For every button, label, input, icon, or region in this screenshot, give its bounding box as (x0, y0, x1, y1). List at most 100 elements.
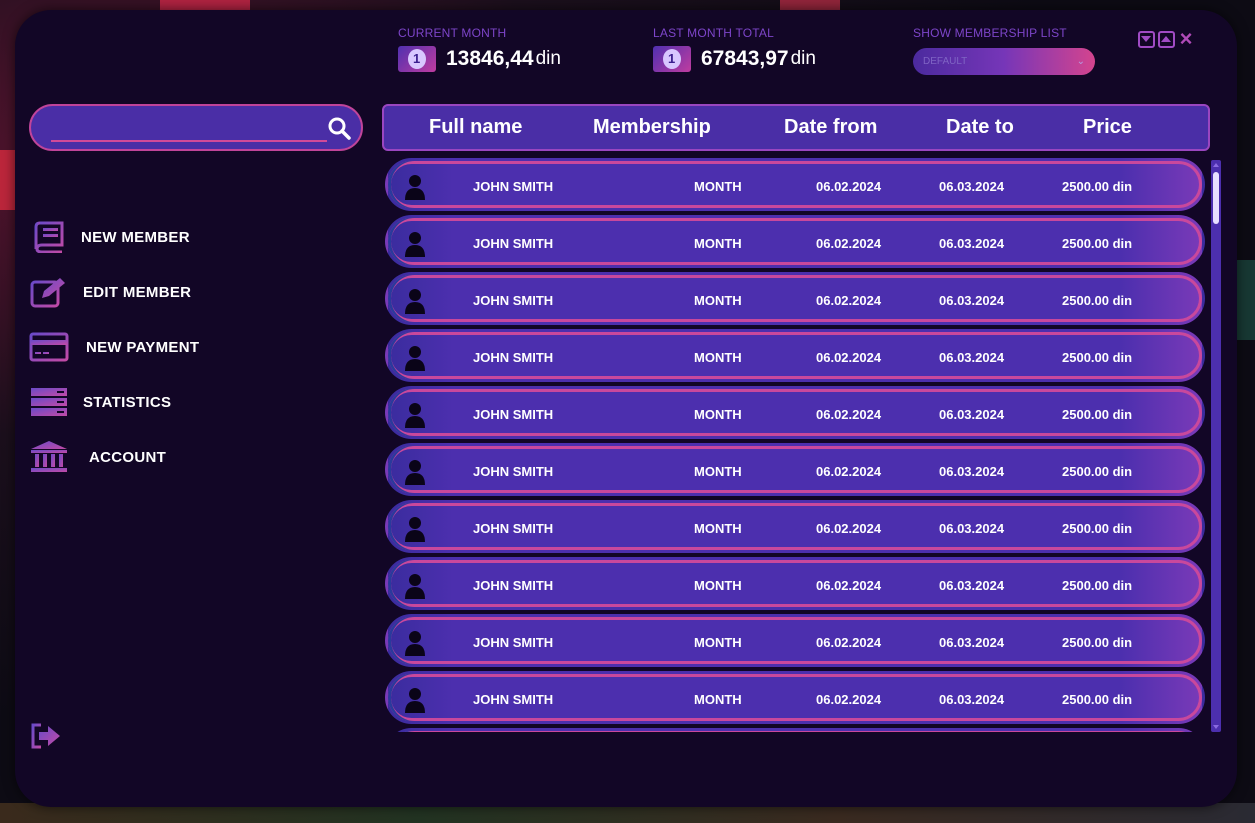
cell-date-from: 06.02.2024 (816, 236, 882, 251)
logout-icon (31, 723, 60, 749)
column-header-full-name[interactable]: Full name (429, 116, 522, 139)
table-row[interactable]: JOHN SMITH MONTH 06.02.2024 06.03.2024 2… (385, 329, 1205, 382)
table-row[interactable]: JOHN SMITH MONTH 06.02.2024 06.03.2024 2… (385, 386, 1205, 439)
cell-date-to: 06.03.2024 (939, 635, 1005, 650)
sidebar-item-new-member[interactable]: NEW MEMBER (29, 220, 190, 254)
sidebar-item-label: NEW MEMBER (81, 228, 190, 246)
person-icon (404, 231, 426, 262)
bank-icon (29, 440, 69, 474)
person-icon (404, 516, 426, 547)
membership-list-select-group: SHOW MEMBERSHIP LIST DEFAULT ⌄ (913, 26, 1095, 75)
column-header-price[interactable]: Price (1083, 116, 1132, 139)
person-icon (404, 687, 426, 718)
person-icon (404, 459, 426, 490)
cell-membership: MONTH (694, 179, 742, 194)
current-month-value: 13846,44 (446, 47, 534, 70)
cell-price: 2500.00 din (1062, 578, 1133, 593)
sidebar-item-statistics[interactable]: STATISTICS (29, 385, 171, 419)
table-row[interactable]: JOHN SMITH MONTH 06.02.2024 06.03.2024 2… (385, 500, 1205, 553)
sidebar-item-edit-member[interactable]: EDIT MEMBER (29, 275, 191, 309)
cell-date-from: 06.02.2024 (816, 692, 882, 707)
table-row[interactable]: JOHN SMITH MONTH 06.02.2024 06.03.2024 2… (385, 158, 1205, 211)
cell-price: 2500.00 din (1062, 407, 1133, 422)
table-row[interactable] (385, 728, 1205, 732)
cell-membership: MONTH (694, 293, 742, 308)
scroll-up-icon[interactable] (1213, 163, 1219, 167)
cell-date-to: 06.03.2024 (939, 350, 1005, 365)
sidebar-item-label: NEW PAYMENT (86, 338, 200, 356)
cell-price: 2500.00 din (1062, 464, 1133, 479)
last-month-total-label: LAST MONTH TOTAL (653, 26, 775, 40)
window-controls: × (1137, 26, 1195, 51)
person-icon (404, 630, 426, 661)
cell-membership: MONTH (694, 692, 742, 707)
cell-price: 2500.00 din (1062, 635, 1133, 650)
membership-list-select[interactable]: DEFAULT ⌄ (913, 48, 1095, 75)
close-button[interactable]: × (1177, 26, 1195, 51)
credit-card-icon (29, 330, 69, 364)
person-icon (404, 573, 426, 604)
cell-date-to: 06.03.2024 (939, 236, 1005, 251)
last-month-total-value: 67843,97 (701, 47, 789, 70)
sidebar-item-account[interactable]: ACCOUNT (29, 440, 166, 474)
cell-full-name: JOHN SMITH (473, 578, 554, 593)
logout-button[interactable] (29, 722, 63, 755)
search-icon[interactable] (327, 116, 351, 145)
table-header: Full name Membership Date from Date to P… (382, 104, 1210, 151)
cell-full-name: JOHN SMITH (473, 293, 554, 308)
cell-full-name: JOHN SMITH (473, 236, 554, 251)
sidebar-item-new-payment[interactable]: NEW PAYMENT (29, 330, 199, 364)
money-bill-icon: 1 (653, 46, 691, 72)
cell-date-to: 06.03.2024 (939, 692, 1005, 707)
cell-date-to: 06.03.2024 (939, 179, 1005, 194)
minimize-button[interactable] (1137, 30, 1155, 48)
cell-full-name: JOHN SMITH (473, 635, 554, 650)
column-header-date-to[interactable]: Date to (946, 116, 1014, 139)
search-input[interactable] (51, 114, 321, 138)
scroll-down-icon[interactable] (1213, 725, 1219, 729)
cell-price: 2500.00 din (1062, 236, 1133, 251)
table-row[interactable]: JOHN SMITH MONTH 06.02.2024 06.03.2024 2… (385, 614, 1205, 667)
background-neon-sign (0, 150, 16, 210)
money-bill-icon: 1 (398, 46, 436, 72)
scroll-thumb[interactable] (1213, 172, 1219, 224)
cell-full-name: JOHN SMITH (473, 464, 554, 479)
cell-membership: MONTH (694, 350, 742, 365)
sidebar-item-label: ACCOUNT (89, 448, 167, 466)
person-icon (404, 174, 426, 205)
sidebar-item-label: STATISTICS (83, 393, 172, 411)
column-header-date-from[interactable]: Date from (784, 116, 877, 139)
cell-full-name: JOHN SMITH (473, 350, 554, 365)
cell-date-from: 06.02.2024 (816, 464, 882, 479)
cell-date-from: 06.02.2024 (816, 350, 882, 365)
membership-list-selected: DEFAULT (923, 56, 968, 67)
cell-price: 2500.00 din (1062, 179, 1133, 194)
table-row[interactable]: JOHN SMITH MONTH 06.02.2024 06.03.2024 2… (385, 443, 1205, 496)
cell-date-from: 06.02.2024 (816, 635, 882, 650)
person-icon (404, 288, 426, 319)
cell-full-name: JOHN SMITH (473, 692, 554, 707)
cell-membership: MONTH (694, 464, 742, 479)
cell-membership: MONTH (694, 635, 742, 650)
maximize-icon (1157, 30, 1175, 48)
cell-date-from: 06.02.2024 (816, 521, 882, 536)
cell-full-name: JOHN SMITH (473, 179, 554, 194)
table-row[interactable]: JOHN SMITH MONTH 06.02.2024 06.03.2024 2… (385, 272, 1205, 325)
membership-list-label: SHOW MEMBERSHIP LIST (913, 26, 1067, 40)
list-scrollbar[interactable] (1211, 160, 1221, 732)
table-row[interactable]: JOHN SMITH MONTH 06.02.2024 06.03.2024 2… (385, 215, 1205, 268)
cell-date-to: 06.03.2024 (939, 293, 1005, 308)
table-row[interactable]: JOHN SMITH MONTH 06.02.2024 06.03.2024 2… (385, 671, 1205, 724)
last-month-total-unit: din (790, 48, 816, 69)
person-icon (404, 402, 426, 433)
search-bar (29, 104, 363, 151)
maximize-button[interactable] (1157, 30, 1175, 48)
last-month-total-stat: LAST MONTH TOTAL 1 67843,97 din (653, 26, 816, 72)
sidebar-item-label: EDIT MEMBER (83, 283, 192, 301)
edit-icon (29, 275, 69, 309)
close-icon: × (1179, 26, 1193, 51)
cell-date-from: 06.02.2024 (816, 407, 882, 422)
table-row[interactable]: JOHN SMITH MONTH 06.02.2024 06.03.2024 2… (385, 557, 1205, 610)
column-header-membership[interactable]: Membership (593, 116, 711, 139)
cell-membership: MONTH (694, 236, 742, 251)
